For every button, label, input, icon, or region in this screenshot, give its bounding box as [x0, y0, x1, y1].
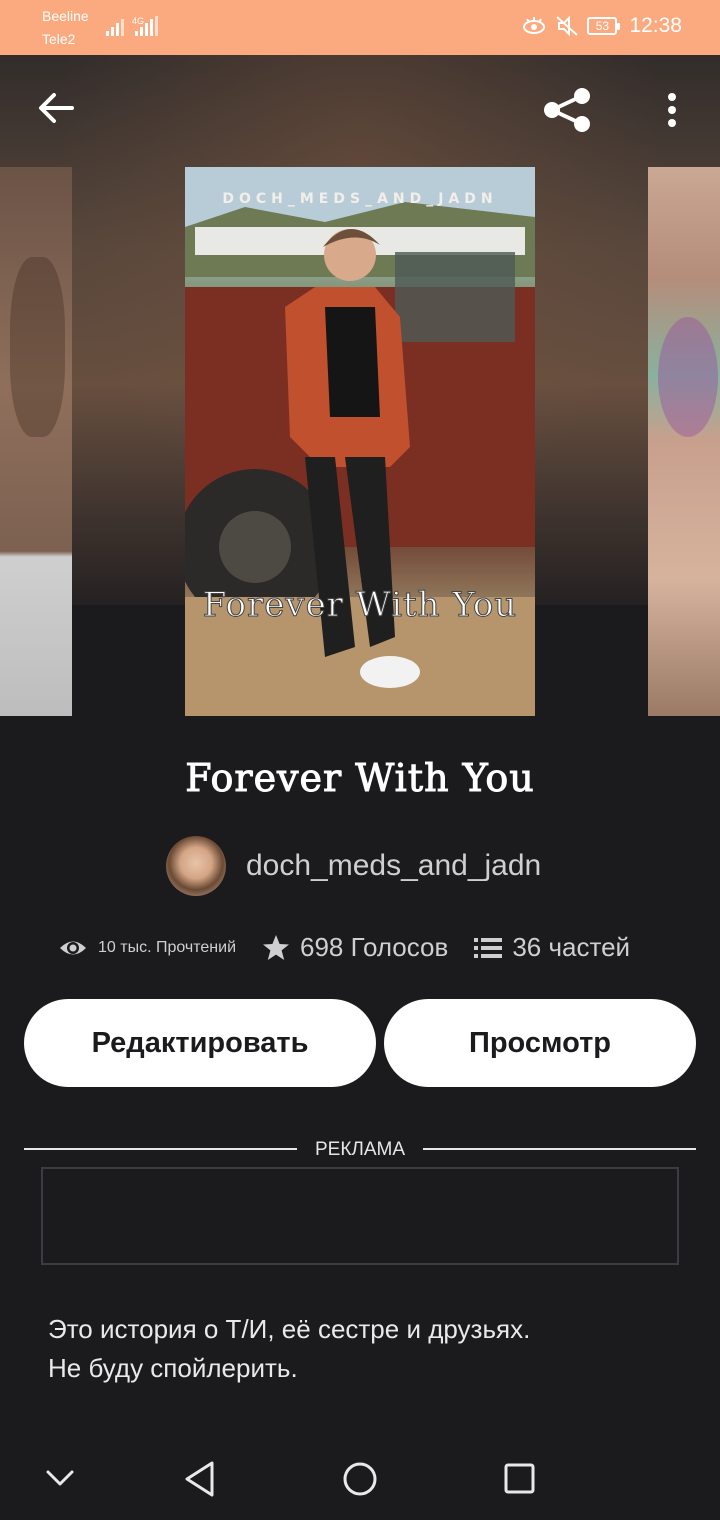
parts-count[interactable]: 36 частей: [512, 932, 630, 963]
carrier-1: Beeline: [42, 8, 89, 24]
preview-button[interactable]: Просмотр: [384, 999, 696, 1087]
author-link[interactable]: doch_meds_and_jadn: [166, 836, 541, 896]
cover-author-text: DOCH_MEDS_AND_JADN: [222, 191, 498, 207]
votes-stat: 698 Голосов: [262, 932, 448, 963]
next-cover-thumbnail[interactable]: [648, 167, 720, 716]
story-stats: 10 тыс. Прочтений 698 Голосов 36 частей: [58, 932, 630, 963]
chevron-down-icon: [46, 1470, 74, 1486]
edit-button[interactable]: Редактировать: [24, 999, 376, 1087]
list-icon: [474, 937, 503, 958]
back-button[interactable]: [36, 88, 76, 133]
previous-cover-thumbnail[interactable]: [0, 167, 72, 716]
book-cover[interactable]: DOCH_MEDS_AND_JADN Forever With You: [185, 167, 535, 716]
votes-count: 698 Голосов: [300, 932, 449, 962]
share-icon: [544, 88, 590, 132]
recents-square-icon: [504, 1463, 535, 1494]
back-triangle-icon: [185, 1461, 214, 1497]
author-avatar[interactable]: [166, 836, 226, 896]
parts-stat[interactable]: 36 частей: [474, 932, 630, 963]
star-icon: [263, 934, 289, 960]
system-navigation-bar: [0, 1440, 720, 1520]
status-bar: Beeline Tele2 4G 53 12:38: [0, 0, 720, 55]
home-circle-icon: [343, 1462, 377, 1496]
nav-home-button[interactable]: [341, 1460, 379, 1503]
cover-artwork: [185, 167, 535, 716]
ad-container[interactable]: [41, 1167, 679, 1265]
battery-icon: 53: [587, 17, 621, 35]
mute-icon: [556, 15, 579, 37]
description-line-1: Это история о Т/И, её сестре и друзьях.: [48, 1314, 531, 1344]
ad-divider-right: [423, 1148, 696, 1150]
story-description: Это история о Т/И, её сестре и друзьях. …: [48, 1310, 688, 1388]
more-vertical-icon: [668, 93, 676, 127]
collapse-nav-button[interactable]: [44, 1466, 76, 1495]
network-type: 4G: [132, 16, 144, 26]
description-line-2: Не буду спойлерить.: [48, 1353, 298, 1383]
ad-label: РЕКЛАМА: [314, 1139, 406, 1160]
clock: 12:38: [629, 14, 682, 37]
arrow-left-icon: [39, 93, 74, 123]
author-name[interactable]: doch_meds_and_jadn: [246, 849, 541, 883]
nav-recents-button[interactable]: [503, 1462, 537, 1501]
eye-icon: [60, 941, 86, 954]
eye-comfort-icon: [523, 17, 546, 34]
story-title: Forever With You: [185, 756, 535, 801]
signal-icon: 4G: [106, 16, 158, 36]
more-options-button[interactable]: [660, 92, 684, 137]
share-button[interactable]: [542, 86, 594, 143]
ad-divider-left: [24, 1148, 297, 1150]
carrier-2: Tele2: [42, 31, 76, 47]
reads-count: 10 тыс. Прочтений: [98, 938, 236, 956]
nav-back-button[interactable]: [182, 1460, 218, 1503]
cover-title-text: Forever With You: [202, 585, 518, 626]
reads-stat: 10 тыс. Прочтений: [58, 937, 236, 959]
